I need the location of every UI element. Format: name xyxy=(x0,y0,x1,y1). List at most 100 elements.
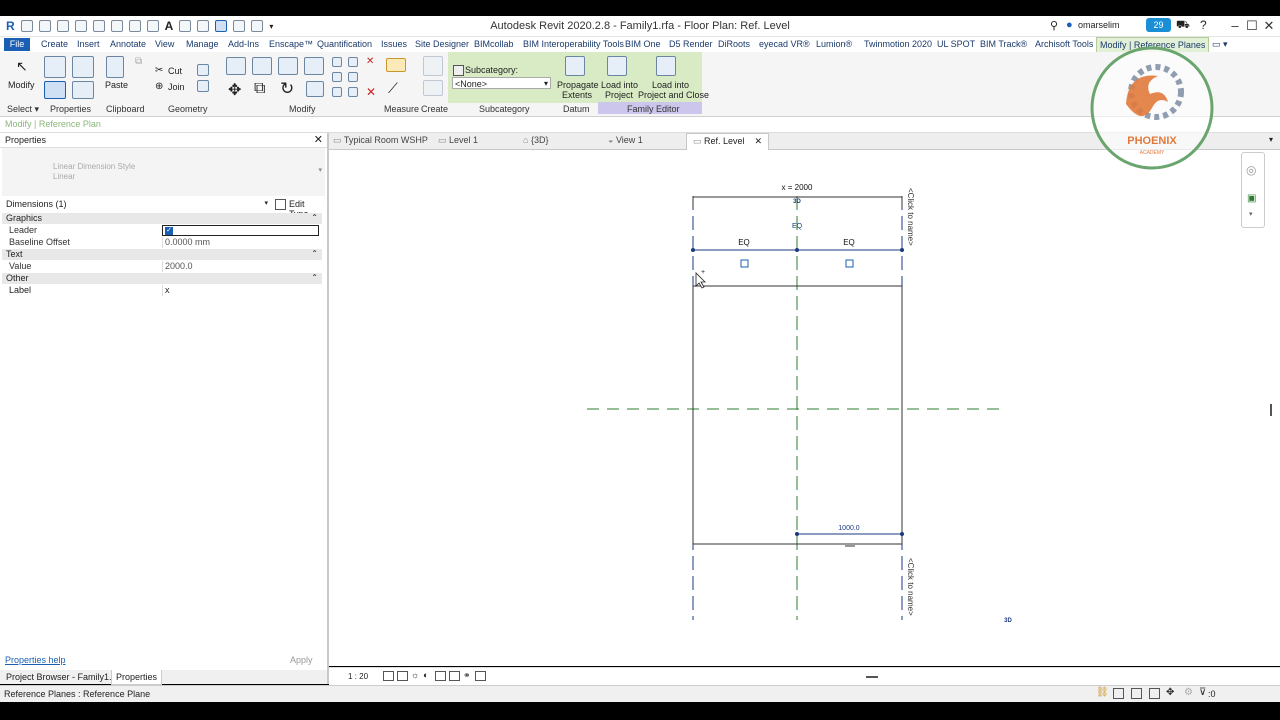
tab-addins[interactable]: Add-Ins xyxy=(228,39,259,49)
detail-level-icon[interactable] xyxy=(383,671,394,681)
tab-ul-spot[interactable]: UL SPOT xyxy=(937,39,975,49)
instance-filter[interactable]: Dimensions (1) ▾ xyxy=(2,197,270,211)
propagate-extents-line2[interactable]: Extents xyxy=(562,90,592,100)
crop-view-icon[interactable] xyxy=(435,671,446,681)
click-to-name-top[interactable]: <Click to name> xyxy=(906,188,915,246)
show-crop-icon[interactable] xyxy=(449,671,460,681)
tab-insert[interactable]: Insert xyxy=(77,39,100,49)
geometry-cope-icon[interactable] xyxy=(197,64,209,76)
tab-diroots[interactable]: DiRoots xyxy=(718,39,750,49)
category-graphics[interactable]: Graphics ⌃ xyxy=(2,213,322,224)
pin-icon[interactable] xyxy=(332,87,342,97)
select-by-face-icon[interactable] xyxy=(1149,688,1160,699)
floor-plan-drawing[interactable]: x = 2000 3D EQ EQ EQ 1000.0 <Click to na… xyxy=(329,150,1280,666)
minimize-button[interactable]: – xyxy=(1226,18,1244,33)
load-into-project-icon[interactable] xyxy=(607,56,627,76)
maximize-button[interactable]: ☐ xyxy=(1243,18,1261,34)
create-group-icon[interactable] xyxy=(423,80,443,96)
view-tab-3d[interactable]: ⌂ {3D} xyxy=(523,135,548,145)
delete-element-icon[interactable]: ✕ xyxy=(366,85,376,99)
edit-type-button[interactable]: Edit Type xyxy=(274,197,324,219)
visual-style-icon[interactable] xyxy=(397,671,408,681)
tab-create[interactable]: Create xyxy=(41,39,68,49)
select-pinned-icon[interactable] xyxy=(1131,688,1142,699)
propagate-extents-line1[interactable]: Propagate xyxy=(557,80,599,90)
drag-handle-right[interactable] xyxy=(845,259,854,268)
drawing-area[interactable]: x = 2000 3D EQ EQ EQ 1000.0 <Click to na… xyxy=(329,150,1280,666)
view-tab-typical-room[interactable]: ▭ Typical Room WSHP xyxy=(333,135,428,146)
view-tab-ref-level[interactable]: ▭ Ref. Level ✕ xyxy=(686,133,770,150)
view-tab-view-1[interactable]: ◒ View 1 xyxy=(608,135,643,145)
navigation-bar[interactable]: ◎ ▣ ▾ xyxy=(1241,152,1265,228)
properties-help-link[interactable]: Properties help xyxy=(5,655,66,665)
copy-element-icon[interactable]: ⧉ xyxy=(254,80,265,98)
tab-lumion[interactable]: Lumion® xyxy=(816,39,852,49)
filter-icon[interactable]: ⊽ xyxy=(1199,687,1206,698)
cut-button[interactable]: Cut xyxy=(168,66,182,76)
tab-view[interactable]: View xyxy=(155,39,174,49)
eq-label-center[interactable]: EQ xyxy=(792,223,803,230)
measure-icon-ribbon[interactable] xyxy=(386,58,406,72)
panel-select[interactable]: Select ▾ xyxy=(7,104,39,115)
apply-button[interactable]: Apply xyxy=(290,655,313,665)
load-into-project-line1[interactable]: Load into xyxy=(601,80,638,90)
temporary-hide-icon[interactable]: ⚭ xyxy=(463,670,471,681)
eq-label-right[interactable]: EQ xyxy=(843,238,855,247)
horizontal-scrollbar[interactable] xyxy=(866,676,878,678)
unpin-icon[interactable] xyxy=(348,87,358,97)
user-icon[interactable]: ● xyxy=(1066,19,1073,31)
scale-icon[interactable] xyxy=(348,72,358,82)
binoculars-icon[interactable]: ⚲ xyxy=(1050,19,1058,32)
modify-cursor-icon[interactable]: ↖ xyxy=(16,58,28,75)
tab-file[interactable]: File xyxy=(4,38,30,51)
select-links-icon[interactable]: ⛓ xyxy=(1096,687,1109,698)
value-value[interactable]: 2000.0 xyxy=(162,261,319,272)
mirror-draw-icon[interactable] xyxy=(304,57,324,75)
geometry-split-icon[interactable] xyxy=(197,80,209,92)
username[interactable]: omarselim xyxy=(1078,20,1120,30)
align-icon[interactable] xyxy=(226,57,246,75)
tabs-menu-icon[interactable]: ▾ xyxy=(1269,135,1273,144)
vertical-scrollbar[interactable] xyxy=(1270,404,1272,416)
close-button[interactable]: ✕ xyxy=(1260,18,1278,34)
split-element-icon[interactable] xyxy=(332,57,342,67)
subcategory-select[interactable]: <None> ▾ xyxy=(452,77,551,89)
close-tab-icon[interactable]: ✕ xyxy=(755,136,763,146)
help-icon[interactable]: ? xyxy=(1200,18,1207,32)
load-into-project-close-icon[interactable] xyxy=(656,56,676,76)
join-icon[interactable]: ⊕ xyxy=(155,81,163,92)
zoom-icon[interactable]: ▣ xyxy=(1247,193,1256,204)
offset-icon[interactable] xyxy=(252,57,272,75)
array-icon[interactable] xyxy=(332,72,342,82)
tab-bim-one[interactable]: BIM One xyxy=(625,39,661,49)
select-underlay-icon[interactable] xyxy=(1113,688,1124,699)
load-into-project-close-line2[interactable]: Project and Close xyxy=(638,90,709,100)
move-icon[interactable]: ✥ xyxy=(228,80,241,100)
family-types-icon[interactable] xyxy=(72,81,94,99)
baseline-offset-value[interactable]: 0.0000 mm xyxy=(162,237,319,248)
category-other[interactable]: Other ⌃ xyxy=(2,273,322,284)
tab-project-browser[interactable]: Project Browser - Family1.rfa xyxy=(6,672,122,682)
tab-properties[interactable]: Properties xyxy=(111,670,163,685)
drag-handle-left[interactable] xyxy=(740,259,749,268)
shadows-icon[interactable]: ◐ xyxy=(423,670,428,680)
overall-dimension-label[interactable]: x = 2000 xyxy=(782,183,813,192)
label-value[interactable]: x xyxy=(162,285,319,296)
tab-quantification[interactable]: Quantification xyxy=(317,39,372,49)
chevron-down-icon[interactable]: ▾ xyxy=(1249,210,1253,218)
aligned-dimension-icon[interactable]: ⟋ xyxy=(388,80,398,97)
tab-manage[interactable]: Manage xyxy=(186,39,219,49)
leader-checkbox-cell[interactable]: ✓ xyxy=(162,225,319,236)
type-properties-icon[interactable] xyxy=(72,56,94,78)
bottom-dimension-label[interactable]: 1000.0 xyxy=(838,525,860,532)
tab-twinmotion[interactable]: Twinmotion 2020 xyxy=(864,39,932,49)
eq-dimension-string[interactable] xyxy=(691,248,904,252)
tab-bim-interoperability[interactable]: BIM Interoperability Tools xyxy=(523,39,624,49)
family-category-icon[interactable] xyxy=(44,81,66,99)
modify-button[interactable]: Modify xyxy=(8,80,35,90)
tab-eyecad[interactable]: eyecad VR® xyxy=(759,39,810,49)
paste-icon[interactable] xyxy=(106,56,124,78)
sun-path-icon[interactable]: ☼ xyxy=(411,670,419,680)
cart-icon[interactable]: ⛟ xyxy=(1176,19,1190,33)
create-similar-icon[interactable] xyxy=(423,56,443,76)
